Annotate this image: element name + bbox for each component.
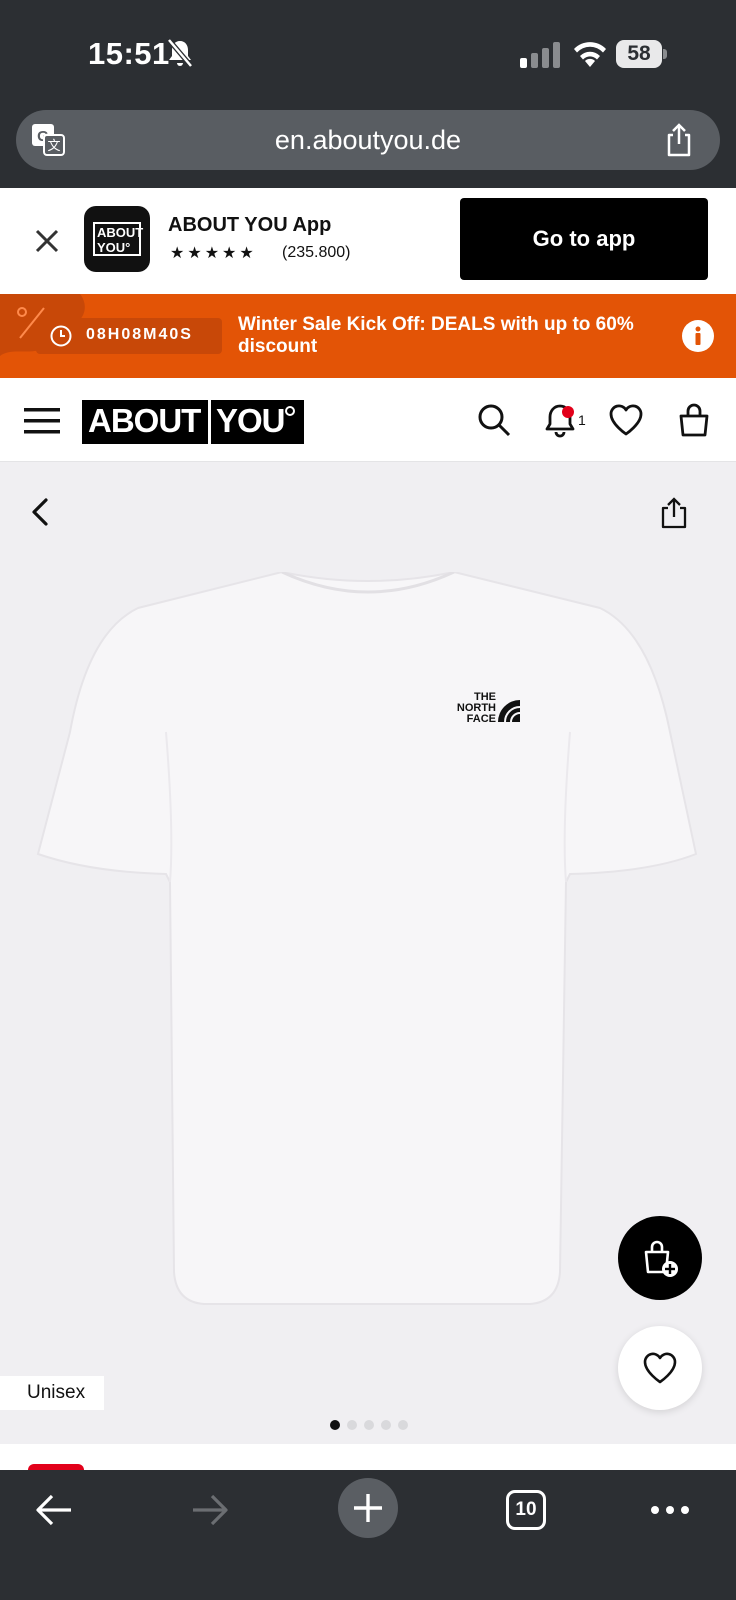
wishlist-button[interactable] <box>618 1326 702 1410</box>
gallery-dot[interactable] <box>347 1420 357 1430</box>
app-install-banner: ABOUT YOU° ABOUT YOU App ★★★★★ (235.800)… <box>0 188 736 294</box>
arrow-right-icon[interactable] <box>190 1492 230 1528</box>
close-icon[interactable] <box>32 226 62 256</box>
status-bar: 15:51 58 <box>0 0 736 108</box>
gender-tag: Unisex <box>0 1376 104 1410</box>
brand-logo-right: YOU <box>216 402 286 439</box>
tabs-icon[interactable]: 10 <box>506 1490 546 1530</box>
rating-stars: ★★★★★ <box>170 245 257 262</box>
signal-icon <box>520 42 560 68</box>
arrow-left-icon[interactable] <box>34 1492 74 1528</box>
plus-icon <box>354 1494 382 1522</box>
product-image[interactable]: THE NORTH FACE <box>30 572 706 1312</box>
countdown-timer: 08H08M40S <box>36 318 222 354</box>
bell-off-icon <box>167 38 193 68</box>
translate-icon[interactable]: G 文 <box>30 122 66 158</box>
gallery-dot[interactable] <box>330 1420 340 1430</box>
gallery-dot[interactable] <box>398 1420 408 1430</box>
search-icon[interactable] <box>476 402 512 438</box>
gallery-dot[interactable] <box>364 1420 374 1430</box>
app-logo-line-2: YOU° <box>97 240 131 255</box>
browser-toolbar: 10 <box>0 1470 736 1600</box>
go-to-app-button[interactable]: Go to app <box>460 198 708 280</box>
brand-logo-left: ABOUT <box>88 402 201 439</box>
app-logo-line-1: ABOUT <box>97 225 144 240</box>
heart-outline-icon <box>643 1352 677 1384</box>
bag-icon[interactable] <box>676 402 712 438</box>
svg-text:文: 文 <box>47 139 60 154</box>
gallery-dot[interactable] <box>381 1420 391 1430</box>
address-bar[interactable]: en.aboutyou.de G 文 <box>16 110 720 170</box>
battery-icon: 58 <box>616 40 668 68</box>
notification-count: 1 <box>578 412 586 428</box>
chevron-left-icon[interactable] <box>28 496 52 528</box>
countdown-text: 08H08M40S <box>86 326 193 343</box>
menu-icon[interactable] <box>24 408 60 434</box>
add-to-bag-icon <box>644 1240 678 1277</box>
add-to-bag-button[interactable] <box>618 1216 702 1300</box>
notification-dot <box>562 406 574 418</box>
url-text[interactable]: en.aboutyou.de <box>16 110 720 170</box>
rating-count: (235.800) <box>282 244 351 261</box>
more-icon[interactable] <box>650 1504 690 1516</box>
wifi-icon <box>574 42 606 67</box>
heart-icon[interactable] <box>608 402 644 438</box>
product-gallery[interactable]: THE NORTH FACE Unisex <box>0 462 736 1444</box>
status-time: 15:51 <box>88 36 170 71</box>
battery-level: 58 <box>616 40 662 68</box>
info-icon[interactable] <box>682 320 714 352</box>
app-name: ABOUT YOU App <box>168 214 332 236</box>
app-logo: ABOUT YOU° <box>84 206 150 272</box>
site-header: ABOUT YOU 1 <box>0 378 736 462</box>
product-details-edge <box>0 1444 736 1470</box>
promo-text[interactable]: Winter Sale Kick Off: DEALS with up to 6… <box>238 314 648 358</box>
brand-print-line-3: FACE <box>467 713 496 725</box>
new-tab-button[interactable] <box>338 1478 398 1538</box>
share-product-icon[interactable] <box>660 496 688 530</box>
brand-logo[interactable]: ABOUT YOU <box>82 400 304 444</box>
share-icon[interactable] <box>664 122 694 158</box>
clock-icon <box>50 325 72 347</box>
promo-banner[interactable]: 08H08M40S Winter Sale Kick Off: DEALS wi… <box>0 294 736 378</box>
